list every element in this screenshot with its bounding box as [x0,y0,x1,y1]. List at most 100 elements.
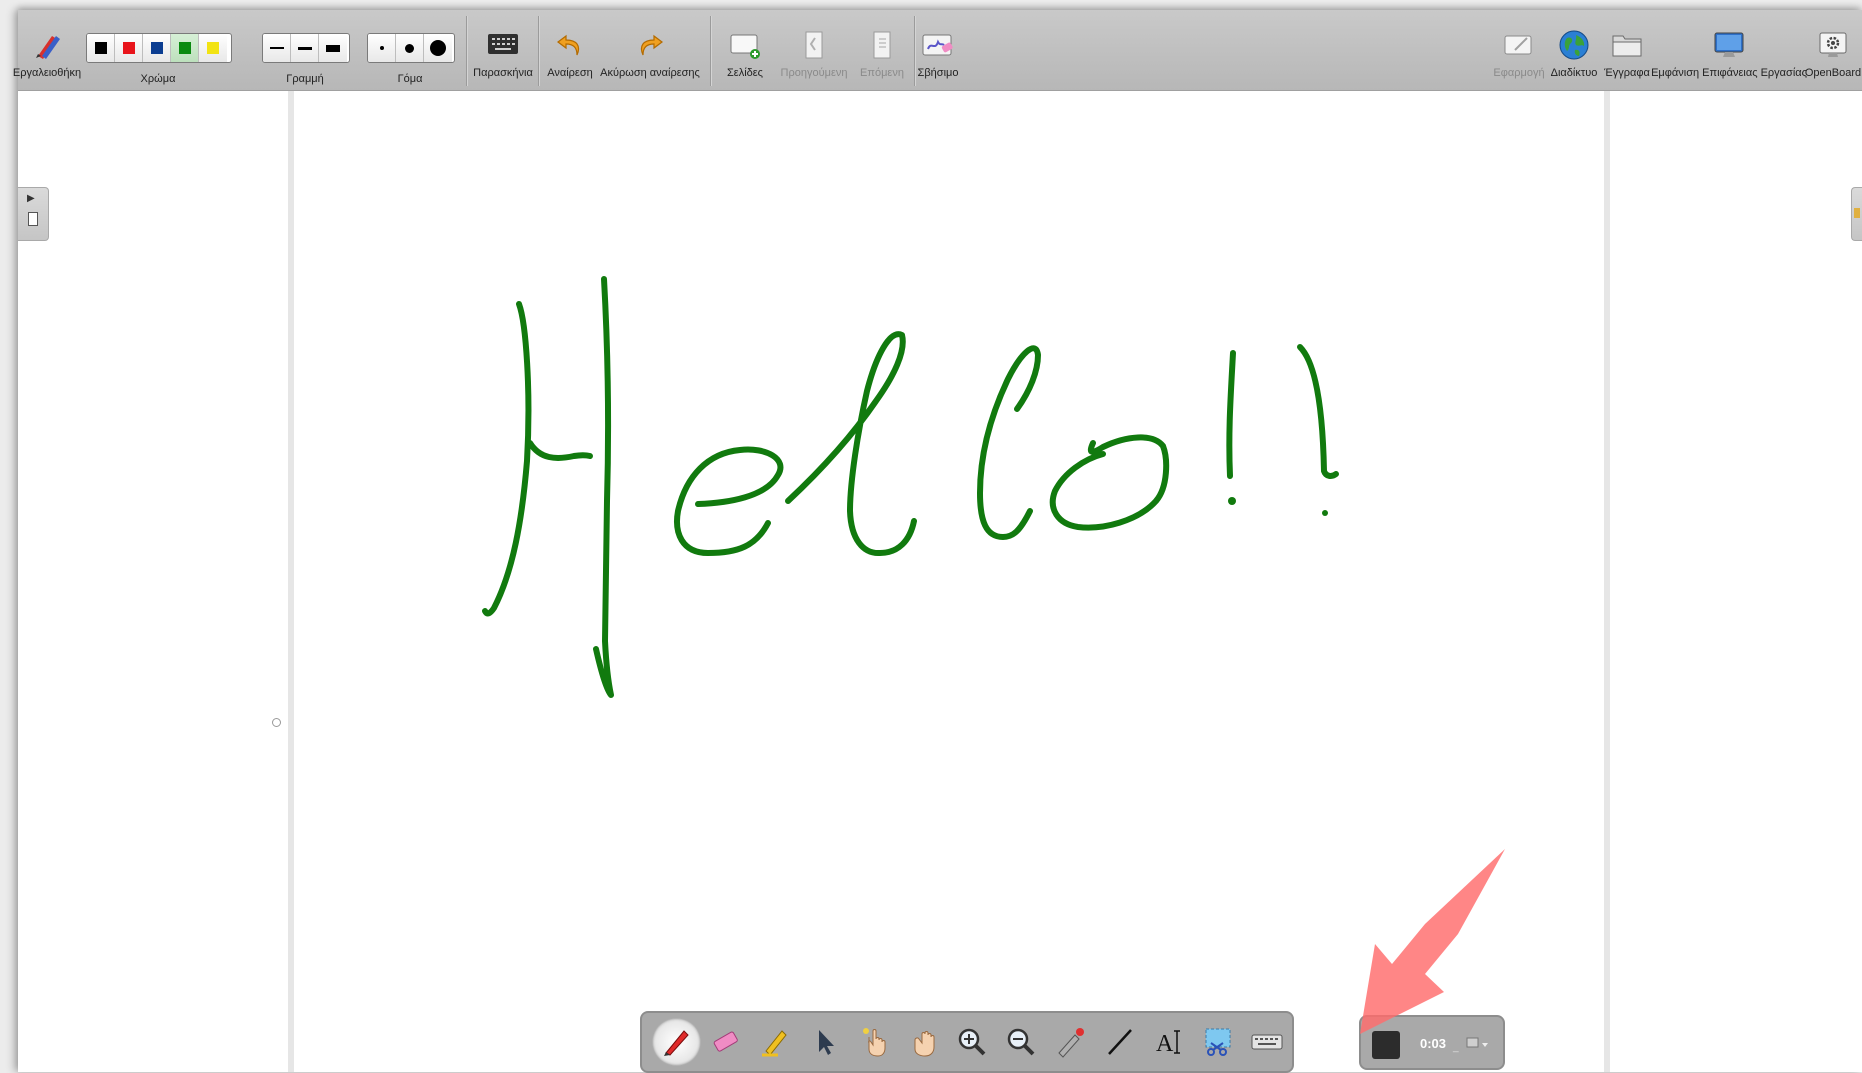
main-toolbar: Εργαλειοθήκη Χρώμα Γραμμή Γόμα Παρασκήνι… [13,10,1862,91]
pages-button[interactable]: Σελίδες [714,10,776,90]
capture-icon [1205,1028,1231,1056]
color-red-swatch[interactable] [115,34,143,62]
documents-button[interactable]: Έγγραφα [1600,10,1654,90]
interact-hand-icon [862,1028,886,1057]
ink-stroke-h-left [482,301,532,617]
color-label: Χρώμα [140,73,176,85]
eraser-size-palette [367,33,455,63]
line-thick-option[interactable] [319,34,347,62]
interact-tool-button[interactable] [849,1018,898,1066]
background-button[interactable]: Παρασκήνια [470,10,536,90]
application-button[interactable]: Εφαρμογή [1492,10,1546,90]
color-yellow-swatch[interactable] [199,34,227,62]
capture-tool-button[interactable] [1194,1018,1243,1066]
pages-label: Σελίδες [727,67,763,79]
color-palette [86,33,232,63]
ink-stroke-l2 [977,345,1041,540]
ink-stroke-excl2 [1297,344,1339,479]
line-label: Γραμμή [286,73,324,85]
ink-stroke-l1 [785,331,917,556]
hand-tool-button[interactable] [898,1018,947,1066]
selector-tool-button[interactable] [800,1018,849,1066]
desktop-icon [1712,28,1746,62]
ink-stroke-e [674,446,784,556]
laser-tool-button[interactable] [1046,1018,1095,1066]
eraser-large-option[interactable] [424,34,452,62]
show-desktop-label: Εμφάνιση Επιφάνειας Εργασίας [1651,67,1807,79]
drawing-board[interactable]: ▶ [18,91,1862,1072]
openboard-menu-button[interactable]: OpenBoard [1804,10,1862,90]
tools-label: Εργαλειοθήκη [12,67,82,79]
toolbar-divider [914,16,916,86]
line-icon [1107,1029,1132,1055]
web-label: Διαδίκτυο [1550,67,1598,79]
background-label: Παρασκήνια [473,67,533,79]
text-icon: A [1156,1030,1180,1057]
line-thin-option[interactable] [263,34,291,62]
color-green-swatch[interactable] [171,34,199,62]
undo-button[interactable]: Αναίρεση [540,10,600,90]
podcast-settings-button[interactable] [1465,1035,1491,1053]
pen-icon [663,1030,689,1056]
redo-button[interactable]: Ακύρωση αναίρεσης [600,10,700,90]
zoom-in-tool-button[interactable] [947,1018,996,1066]
pointer-icon [819,1030,835,1055]
ink-drawing [482,276,1339,698]
ink-stroke-h-right [593,276,614,698]
background-icon [486,28,520,62]
redo-label: Ακύρωση αναίρεσης [600,67,700,79]
keyboard-tool-button[interactable] [1243,1018,1292,1066]
zoom-out-tool-button[interactable] [997,1018,1046,1066]
folder-icon [1610,28,1644,62]
next-page-icon [865,28,899,62]
toolbar-divider [710,16,712,86]
next-page-label: Επόμενη [860,67,904,79]
application-label: Εφαρμογή [1493,67,1545,79]
keyboard-icon [1251,1034,1283,1050]
clear-page-label: Σβήσιμο [917,67,959,79]
zoom-out-icon [1008,1028,1035,1056]
add-page-icon [728,28,762,62]
laser-pointer-icon [1058,1028,1085,1058]
highlighter-icon [762,1030,787,1057]
tools-button[interactable]: Εργαλειοθήκη [13,10,81,90]
openboard-label: OpenBoard [1804,67,1862,79]
line-medium-option[interactable] [291,34,319,62]
ink-dot-1 [1228,497,1236,505]
toolbar-divider [466,16,468,86]
next-page-button[interactable]: Επόμενη [852,10,912,90]
color-blue-swatch[interactable] [143,34,171,62]
previous-page-label: Προηγούμενη [780,67,848,79]
marker-tool-button[interactable] [750,1018,799,1066]
application-icon [1502,28,1536,62]
previous-page-button[interactable]: Προηγούμενη [776,10,852,90]
zoom-in-icon [958,1028,986,1056]
pen-case-icon [30,28,64,62]
show-desktop-button[interactable]: Εμφάνιση Επιφάνειας Εργασίας [1651,10,1807,90]
redo-icon [633,28,667,62]
previous-page-icon [797,28,831,62]
podcast-recorder: 0:03 _ [1359,1015,1505,1070]
ink-dot-2 [1322,510,1328,516]
ink-stroke-h-bar [527,440,593,461]
eraser-label: Γόμα [397,73,423,85]
eraser-icon [713,1031,738,1052]
undo-label: Αναίρεση [547,67,593,79]
pen-tool-button[interactable] [652,1018,702,1066]
web-button[interactable]: Διαδίκτυο [1548,10,1600,90]
documents-label: Έγγραφα [1604,67,1650,79]
line-width-palette [262,33,350,63]
eraser-small-option[interactable] [368,34,396,62]
text-tool-button[interactable]: A [1144,1018,1193,1066]
screen-dropdown-icon [1466,1037,1488,1048]
ink-stroke-o [1049,434,1170,531]
stylus-palette: A [640,1011,1294,1073]
eraser-tool-button[interactable] [701,1018,750,1066]
line-tool-button[interactable] [1095,1018,1144,1066]
settings-icon [1816,28,1850,62]
record-stop-button[interactable] [1372,1031,1400,1059]
eraser-medium-option[interactable] [396,34,424,62]
color-black-swatch[interactable] [87,34,115,62]
clear-page-button[interactable]: Σβήσιμο [918,10,958,90]
undo-icon [553,28,587,62]
